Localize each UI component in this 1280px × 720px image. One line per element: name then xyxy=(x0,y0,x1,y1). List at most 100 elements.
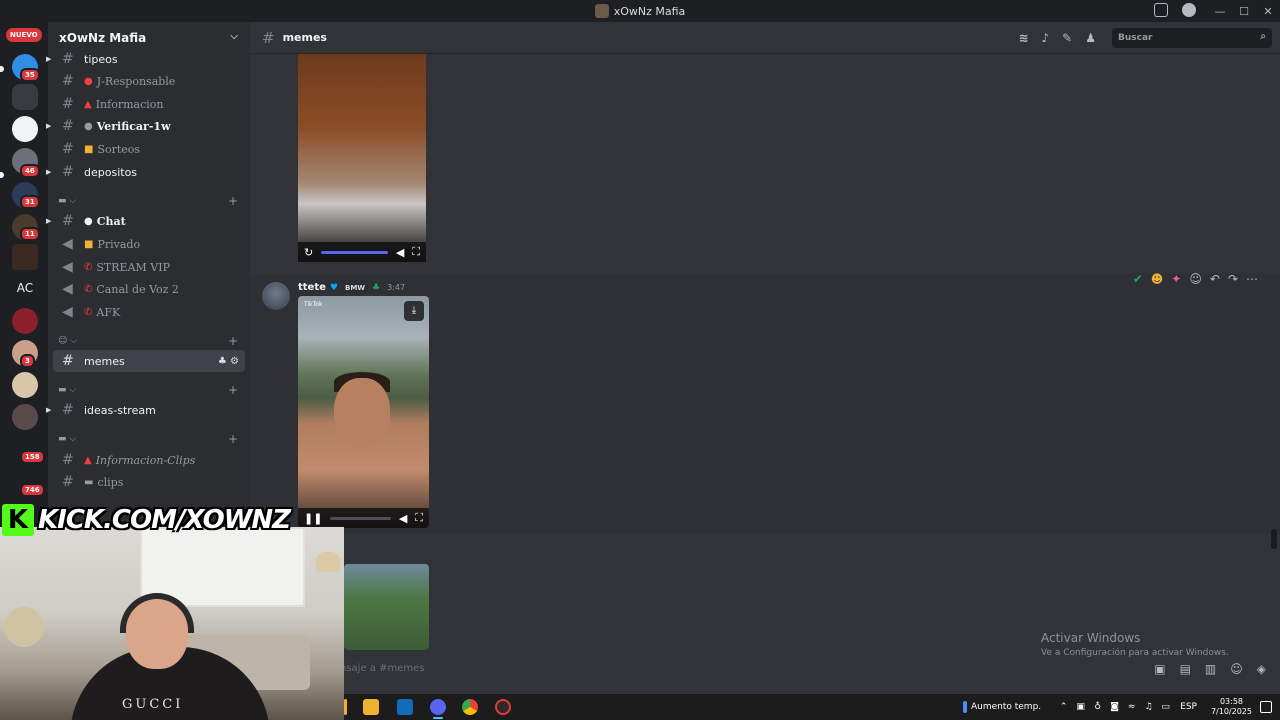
app-tray-icon[interactable]: ◙ xyxy=(1109,702,1120,712)
pause-icon[interactable]: ❚❚ xyxy=(304,512,322,525)
video-attachment[interactable] xyxy=(344,564,429,650)
add-channel-icon[interactable]: + xyxy=(228,194,238,208)
video-progress-bar[interactable] xyxy=(330,516,391,520)
search-input[interactable]: Buscar ⌕ xyxy=(1112,28,1272,48)
obs-icon[interactable] xyxy=(495,699,511,715)
server-icon[interactable] xyxy=(12,372,38,398)
voice-channel-icon: ◀ xyxy=(62,304,73,320)
add-reaction-icon[interactable]: ☺ xyxy=(1189,272,1202,286)
inbox-icon[interactable] xyxy=(1154,3,1168,17)
discord-icon[interactable] xyxy=(430,699,446,715)
fullscreen-icon[interactable]: ⛶ xyxy=(412,245,420,259)
microphone-icon[interactable]: ♁ xyxy=(1092,702,1103,712)
laugh-reaction-icon[interactable]: ☻ xyxy=(1151,272,1164,286)
server-name: xOwNz Mafia xyxy=(59,31,147,45)
notifications-muted-icon[interactable]: ♪ xyxy=(1042,31,1050,45)
clock[interactable]: 03:58 7/10/2025 xyxy=(1211,697,1252,717)
invite-icon[interactable]: ♣ xyxy=(218,356,227,367)
channel-item[interactable]: ▶ # ideas-stream xyxy=(46,399,245,421)
channel-item[interactable]: ▶ # ● Chat xyxy=(46,210,245,232)
volume-icon[interactable]: ◀ xyxy=(396,246,404,259)
server-icon[interactable] xyxy=(12,116,38,142)
channel-item[interactable]: ◀ ✆ STREAM VIP xyxy=(53,256,245,278)
channel-item[interactable]: # ■ Sorteos xyxy=(53,138,245,160)
check-reaction-icon[interactable]: ✔ xyxy=(1133,272,1143,286)
channel-item[interactable]: # ● J-Responsable xyxy=(53,70,245,92)
mention-badge: 46 xyxy=(20,164,40,178)
guild-tag[interactable]: BMW xyxy=(341,282,369,293)
window-title: xOwNz Mafia xyxy=(613,4,686,18)
category-header[interactable]: ▬ ⌵ + xyxy=(58,383,238,399)
category-header[interactable]: ▬ ⌵ + xyxy=(58,194,238,210)
category-header[interactable]: ▬ ⌵ + xyxy=(58,432,238,448)
close-button[interactable]: ✕ xyxy=(1256,5,1280,18)
camera-icon[interactable]: ▣ xyxy=(1075,702,1086,712)
gear-icon[interactable]: ⚙ xyxy=(230,356,239,367)
channel-item[interactable]: ◀ ✆ AFK xyxy=(53,301,245,323)
server-icon[interactable] xyxy=(12,308,38,334)
battery-icon[interactable]: ▭ xyxy=(1160,702,1171,712)
help-icon[interactable] xyxy=(1182,3,1196,17)
replay-icon[interactable]: ↻ xyxy=(304,246,313,259)
channel-item[interactable]: ◀ ■ Privado xyxy=(53,233,245,255)
maximize-button[interactable]: ☐ xyxy=(1232,5,1256,18)
add-channel-icon[interactable]: + xyxy=(228,383,238,397)
video-progress-bar[interactable] xyxy=(321,250,388,254)
mention-badge: 11 xyxy=(20,227,40,241)
party-reaction-icon[interactable]: ✦ xyxy=(1171,272,1181,286)
server-avatar-icon xyxy=(594,4,609,18)
member-list-icon[interactable]: ♟ xyxy=(1085,31,1096,45)
store-icon[interactable] xyxy=(363,699,379,715)
volume-icon[interactable]: ◀ xyxy=(399,512,407,525)
server-icon[interactable]: AC xyxy=(12,275,38,301)
file-explorer-icon[interactable] xyxy=(344,699,347,715)
message-input[interactable]: nsaje a #memes xyxy=(340,663,424,674)
scrollbar[interactable] xyxy=(1271,529,1277,549)
forward-icon[interactable]: ↷ xyxy=(1228,272,1238,286)
wifi-icon[interactable]: ≈ xyxy=(1126,702,1137,712)
heart-icon: ♥ xyxy=(329,282,338,293)
notification-icon[interactable] xyxy=(1260,701,1272,713)
gift-icon[interactable]: ▣ xyxy=(1154,662,1165,676)
message-composer[interactable]: nsaje a #memes ▣ ▤ ▥ ☺ ◈ xyxy=(250,654,1280,684)
apps-icon[interactable]: ◈ xyxy=(1257,662,1266,676)
gif-icon[interactable]: ▤ xyxy=(1180,662,1191,676)
threads-icon[interactable]: ≋ xyxy=(1018,31,1028,45)
channel-item[interactable]: # ▲ Informacion-Clips xyxy=(53,449,245,471)
channel-item[interactable]: ◀ ✆ Canal de Voz 2 xyxy=(53,278,245,300)
add-channel-icon[interactable]: + xyxy=(228,432,238,446)
download-icon[interactable]: ⤓ xyxy=(404,301,424,321)
channel-item[interactable]: # ▲ Informacion xyxy=(53,93,245,115)
chrome-icon[interactable] xyxy=(462,699,478,715)
outlook-icon[interactable] xyxy=(397,699,413,715)
server-icon[interactable] xyxy=(12,404,38,430)
weather-widget[interactable]: Aumento temp. xyxy=(962,701,1041,713)
add-channel-icon[interactable]: + xyxy=(228,334,238,348)
sticker-icon[interactable]: ▥ xyxy=(1205,662,1216,676)
video-attachment[interactable]: ↻ ◀ ⛶ xyxy=(298,54,426,262)
video-attachment[interactable]: TikTok ⤓ ❚❚ ◀ ⛶ xyxy=(298,296,429,528)
reply-icon[interactable]: ↶ xyxy=(1210,272,1220,286)
server-icon[interactable] xyxy=(12,244,38,270)
channel-item[interactable]: ▶ # depositos xyxy=(46,161,245,183)
more-icon[interactable]: ⋯ xyxy=(1246,272,1258,286)
unread-arrow-icon: ▶ xyxy=(46,406,52,414)
minimize-button[interactable]: — xyxy=(1208,5,1232,18)
pin-icon[interactable]: ✎ xyxy=(1062,31,1072,45)
chevron-down-icon[interactable]: ⌵ xyxy=(230,31,238,42)
avatar[interactable] xyxy=(262,282,290,310)
volume-icon[interactable]: ♫ xyxy=(1143,702,1154,712)
emoji-icon[interactable]: ☺ xyxy=(1230,662,1243,676)
channel-item[interactable]: ▶ # tipeos xyxy=(46,48,245,70)
fullscreen-icon[interactable]: ⛶ xyxy=(415,511,423,525)
channel-item[interactable]: # ▬ clips xyxy=(53,471,245,493)
username[interactable]: ttete xyxy=(298,282,326,293)
chevron-up-icon[interactable]: ⌃ xyxy=(1058,702,1069,712)
channel-actions[interactable]: ♣ ⚙ xyxy=(218,356,239,367)
channel-item[interactable]: ▶ # ● Verificar-1w xyxy=(46,115,245,137)
category-header[interactable]: ☺ ⌵ + xyxy=(58,334,238,350)
active-app-indicator xyxy=(433,717,443,719)
channel-item-memes[interactable]: # memes ♣ ⚙ xyxy=(53,350,245,372)
language-indicator[interactable]: ESP xyxy=(1180,702,1197,712)
server-icon[interactable] xyxy=(12,84,38,110)
